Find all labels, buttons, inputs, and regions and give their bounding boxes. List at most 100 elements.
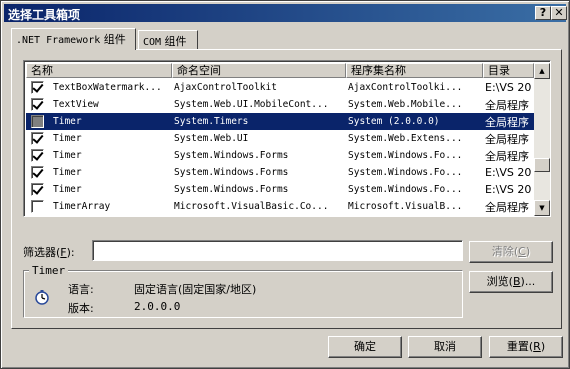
item-name: Timer <box>53 167 82 178</box>
close-button[interactable]: ✕ <box>551 6 567 20</box>
cell-namespace: AjaxControlToolkit <box>174 82 277 93</box>
filter-accel: F <box>60 246 67 259</box>
cell-name: TextView <box>26 98 172 111</box>
filter-label: 筛选器(F): <box>23 246 75 259</box>
browse-label: 浏览 <box>486 275 509 288</box>
list-item[interactable]: TimerArray Microsoft.VisualBasic.Co... Mic… <box>26 198 534 215</box>
cell-assembly: System.Windows.Fo... <box>348 184 463 195</box>
column-header-assembly[interactable]: 程序集名称 <box>346 63 483 78</box>
language-value: 固定语言(固定国家/地区) <box>134 283 257 296</box>
scroll-down-button[interactable]: ▼ <box>534 200 550 216</box>
column-header-directory[interactable]: 目录 <box>483 63 534 78</box>
item-checkbox[interactable] <box>31 115 44 128</box>
list-item[interactable]: Timer System.Windows.Forms System.Windows.… <box>26 147 534 164</box>
reset-button[interactable]: 重置(R) <box>489 336 563 358</box>
version-value: 2.0.0.0 <box>134 300 181 313</box>
cell-namespace: System.Web.UI <box>174 133 249 144</box>
cell-assembly: System.Web.Mobile... <box>348 99 463 110</box>
cell-assembly: System.Windows.Fo... <box>348 150 463 161</box>
cell-namespace: System.Windows.Forms <box>174 184 289 195</box>
item-checkbox[interactable] <box>31 81 44 94</box>
browse-button[interactable]: 浏览(B)... <box>469 271 553 293</box>
item-checkbox[interactable] <box>31 132 44 145</box>
cell-name: Timer <box>26 166 172 179</box>
timer-icon <box>35 290 49 305</box>
cell-directory: 全局程序 <box>485 98 529 112</box>
cell-directory: 全局程序 <box>485 132 529 146</box>
item-name: Timer <box>53 116 82 127</box>
vertical-scrollbar[interactable]: ▲ ▼ <box>534 63 550 216</box>
clear-label: 清除 <box>491 245 514 258</box>
tab-net-framework-components[interactable]: .NET Framework 组件 <box>11 28 136 50</box>
cell-assembly: AjaxControlToolki... <box>348 82 463 93</box>
cell-assembly: System.Windows.Fo... <box>348 167 463 178</box>
cell-directory: E:\VS 20 <box>485 166 532 179</box>
item-checkbox[interactable] <box>31 166 44 179</box>
cell-directory: 全局程序 <box>485 115 529 129</box>
reset-accel: R <box>533 340 541 353</box>
cell-namespace: System.Windows.Forms <box>174 167 289 178</box>
cell-directory: E:\VS 20 <box>485 81 532 94</box>
list-item[interactable]: Timer System.Windows.Forms System.Windows.… <box>26 181 534 198</box>
item-name: TextBoxWatermark... <box>53 82 162 93</box>
tab-label-prefix: COM <box>143 37 162 48</box>
browse-accel: B <box>512 275 521 288</box>
cell-name: TimerArray <box>26 200 172 213</box>
scroll-thumb[interactable] <box>534 158 550 172</box>
components-list[interactable]: 名称 命名空间 程序集名称 目录 TextBoxWatermark... Ajax… <box>23 60 551 217</box>
list-item[interactable]: Timer System.Web.UI System.Web.Extens... 全局… <box>26 130 534 147</box>
choose-toolbox-items-dialog: 选择工具箱项 ? ✕ .NET Framework 组件 COM 组件 名称 命… <box>0 0 570 369</box>
cancel-button[interactable]: 取消 <box>408 336 482 358</box>
item-checkbox[interactable] <box>31 183 44 196</box>
cell-assembly: Microsoft.VisualB... <box>348 201 463 212</box>
tab-com-components[interactable]: COM 组件 <box>138 30 198 50</box>
list-rows: TextBoxWatermark... AjaxControlToolkit Aja… <box>26 79 534 215</box>
list-item[interactable]: TextView System.Web.UI.MobileCont... Syste… <box>26 96 534 113</box>
browse-suffix: ... <box>524 275 536 288</box>
item-checkbox[interactable] <box>31 200 44 213</box>
cell-namespace: System.Timers <box>174 116 249 127</box>
details-group-title: Timer <box>29 264 69 277</box>
cell-name: Timer <box>26 132 172 145</box>
item-name: Timer <box>53 150 82 161</box>
cell-name: TextBoxWatermark... <box>26 81 172 94</box>
version-label: 版本: <box>68 302 94 315</box>
item-name: TimerArray <box>53 201 111 212</box>
window-title: 选择工具箱项 <box>8 8 81 22</box>
cell-namespace: System.Windows.Forms <box>174 150 289 161</box>
item-name: Timer <box>53 133 82 144</box>
cell-namespace: Microsoft.VisualBasic.Co... <box>174 201 329 212</box>
item-checkbox[interactable] <box>31 98 44 111</box>
list-item[interactable]: Timer System.Windows.Forms System.Windows.… <box>26 164 534 181</box>
list-item[interactable]: TextBoxWatermark... AjaxControlToolkit Aja… <box>26 79 534 96</box>
column-header-namespace[interactable]: 命名空间 <box>172 63 346 78</box>
cell-name: Timer <box>26 115 172 128</box>
item-name: Timer <box>53 184 82 195</box>
tab-label: 组件 <box>100 33 126 46</box>
filter-input[interactable] <box>92 240 463 261</box>
cell-assembly: System.Web.Extens... <box>348 133 463 144</box>
cell-directory: E:\VS 20 <box>485 183 532 196</box>
clear-button[interactable]: 清除(C) <box>469 241 553 263</box>
reset-label: 重置 <box>506 340 529 353</box>
clear-accel: C <box>518 245 526 258</box>
cell-directory: 全局程序 <box>485 200 529 214</box>
ok-button[interactable]: 确定 <box>328 336 402 358</box>
cell-directory: 全局程序 <box>485 149 529 163</box>
item-checkbox[interactable] <box>31 149 44 162</box>
cell-assembly: System (2.0.0.0) <box>348 116 440 127</box>
tab-label-prefix: .NET Framework <box>16 35 101 46</box>
tab-label: 组件 <box>161 35 187 48</box>
scroll-up-button[interactable]: ▲ <box>534 63 550 79</box>
list-item[interactable]: Timer System.Timers System (2.0.0.0) 全局程序 <box>26 113 534 130</box>
item-name: TextView <box>53 99 99 110</box>
column-header-name[interactable]: 名称 <box>26 63 172 78</box>
list-header: 名称 命名空间 程序集名称 目录 <box>26 63 534 78</box>
help-button[interactable]: ? <box>535 6 551 20</box>
cell-name: Timer <box>26 183 172 196</box>
cell-name: Timer <box>26 149 172 162</box>
filter-label-text: 筛选器 <box>23 246 56 259</box>
language-label: 语言: <box>68 283 94 296</box>
title-bar[interactable]: 选择工具箱项 ? ✕ <box>4 4 567 22</box>
cell-namespace: System.Web.UI.MobileCont... <box>174 99 329 110</box>
